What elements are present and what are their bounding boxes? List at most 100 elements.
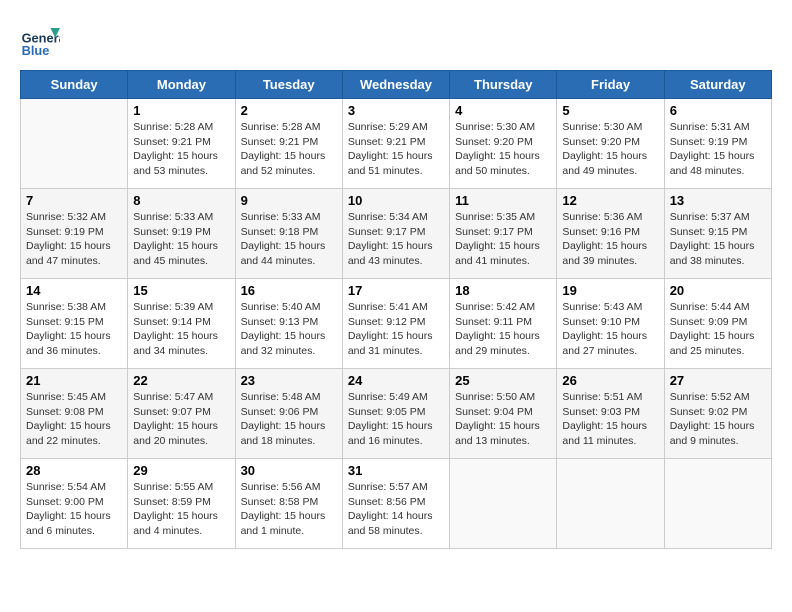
calendar-cell: 29 Sunrise: 5:55 AM Sunset: 8:59 PM Dayli… xyxy=(128,459,235,549)
day-info: Sunrise: 5:37 AM Sunset: 9:15 PM Dayligh… xyxy=(670,210,766,269)
day-info: Sunrise: 5:44 AM Sunset: 9:09 PM Dayligh… xyxy=(670,300,766,359)
day-info: Sunrise: 5:32 AM Sunset: 9:19 PM Dayligh… xyxy=(26,210,122,269)
day-number: 27 xyxy=(670,373,766,388)
calendar-cell: 9 Sunrise: 5:33 AM Sunset: 9:18 PM Daylig… xyxy=(235,189,342,279)
day-info: Sunrise: 5:31 AM Sunset: 9:19 PM Dayligh… xyxy=(670,120,766,179)
day-info: Sunrise: 5:35 AM Sunset: 9:17 PM Dayligh… xyxy=(455,210,551,269)
calendar-week-2: 7 Sunrise: 5:32 AM Sunset: 9:19 PM Daylig… xyxy=(21,189,772,279)
calendar-cell xyxy=(450,459,557,549)
day-info: Sunrise: 5:42 AM Sunset: 9:11 PM Dayligh… xyxy=(455,300,551,359)
day-header-monday: Monday xyxy=(128,71,235,99)
calendar-cell: 17 Sunrise: 5:41 AM Sunset: 9:12 PM Dayli… xyxy=(342,279,449,369)
calendar-cell xyxy=(21,99,128,189)
calendar-cell: 4 Sunrise: 5:30 AM Sunset: 9:20 PM Daylig… xyxy=(450,99,557,189)
calendar-week-1: 1 Sunrise: 5:28 AM Sunset: 9:21 PM Daylig… xyxy=(21,99,772,189)
day-info: Sunrise: 5:45 AM Sunset: 9:08 PM Dayligh… xyxy=(26,390,122,449)
day-number: 26 xyxy=(562,373,658,388)
logo-icon: General Blue xyxy=(20,20,60,60)
day-info: Sunrise: 5:51 AM Sunset: 9:03 PM Dayligh… xyxy=(562,390,658,449)
calendar-cell: 5 Sunrise: 5:30 AM Sunset: 9:20 PM Daylig… xyxy=(557,99,664,189)
day-info: Sunrise: 5:55 AM Sunset: 8:59 PM Dayligh… xyxy=(133,480,229,539)
day-info: Sunrise: 5:29 AM Sunset: 9:21 PM Dayligh… xyxy=(348,120,444,179)
day-number: 12 xyxy=(562,193,658,208)
day-info: Sunrise: 5:54 AM Sunset: 9:00 PM Dayligh… xyxy=(26,480,122,539)
calendar-table: SundayMondayTuesdayWednesdayThursdayFrid… xyxy=(20,70,772,549)
calendar-cell: 15 Sunrise: 5:39 AM Sunset: 9:14 PM Dayli… xyxy=(128,279,235,369)
day-info: Sunrise: 5:50 AM Sunset: 9:04 PM Dayligh… xyxy=(455,390,551,449)
calendar-cell xyxy=(664,459,771,549)
calendar-cell: 31 Sunrise: 5:57 AM Sunset: 8:56 PM Dayli… xyxy=(342,459,449,549)
day-info: Sunrise: 5:52 AM Sunset: 9:02 PM Dayligh… xyxy=(670,390,766,449)
day-header-saturday: Saturday xyxy=(664,71,771,99)
day-info: Sunrise: 5:49 AM Sunset: 9:05 PM Dayligh… xyxy=(348,390,444,449)
day-number: 6 xyxy=(670,103,766,118)
calendar-cell: 26 Sunrise: 5:51 AM Sunset: 9:03 PM Dayli… xyxy=(557,369,664,459)
day-number: 14 xyxy=(26,283,122,298)
calendar-cell: 27 Sunrise: 5:52 AM Sunset: 9:02 PM Dayli… xyxy=(664,369,771,459)
day-info: Sunrise: 5:38 AM Sunset: 9:15 PM Dayligh… xyxy=(26,300,122,359)
page-header: General Blue xyxy=(20,20,772,60)
day-info: Sunrise: 5:57 AM Sunset: 8:56 PM Dayligh… xyxy=(348,480,444,539)
day-info: Sunrise: 5:28 AM Sunset: 9:21 PM Dayligh… xyxy=(241,120,337,179)
day-info: Sunrise: 5:33 AM Sunset: 9:19 PM Dayligh… xyxy=(133,210,229,269)
calendar-cell: 20 Sunrise: 5:44 AM Sunset: 9:09 PM Dayli… xyxy=(664,279,771,369)
calendar-header-row: SundayMondayTuesdayWednesdayThursdayFrid… xyxy=(21,71,772,99)
calendar-cell: 25Sunrise: 5:50 AM Sunset: 9:04 PM Dayli… xyxy=(450,369,557,459)
day-number: 10 xyxy=(348,193,444,208)
day-number: 24 xyxy=(348,373,444,388)
calendar-cell: 12Sunrise: 5:36 AM Sunset: 9:16 PM Dayli… xyxy=(557,189,664,279)
day-number: 20 xyxy=(670,283,766,298)
day-header-sunday: Sunday xyxy=(21,71,128,99)
calendar-cell: 14 Sunrise: 5:38 AM Sunset: 9:15 PM Dayli… xyxy=(21,279,128,369)
calendar-cell: 22 Sunrise: 5:47 AM Sunset: 9:07 PM Dayli… xyxy=(128,369,235,459)
day-info: Sunrise: 5:43 AM Sunset: 9:10 PM Dayligh… xyxy=(562,300,658,359)
calendar-week-3: 14 Sunrise: 5:38 AM Sunset: 9:15 PM Dayli… xyxy=(21,279,772,369)
day-number: 30 xyxy=(241,463,337,478)
day-info: Sunrise: 5:41 AM Sunset: 9:12 PM Dayligh… xyxy=(348,300,444,359)
day-info: Sunrise: 5:40 AM Sunset: 9:13 PM Dayligh… xyxy=(241,300,337,359)
day-number: 17 xyxy=(348,283,444,298)
day-header-wednesday: Wednesday xyxy=(342,71,449,99)
day-number: 31 xyxy=(348,463,444,478)
day-number: 11 xyxy=(455,193,551,208)
day-header-tuesday: Tuesday xyxy=(235,71,342,99)
calendar-cell: 30 Sunrise: 5:56 AM Sunset: 8:58 PM Dayli… xyxy=(235,459,342,549)
day-number: 9 xyxy=(241,193,337,208)
logo: General Blue xyxy=(20,20,64,60)
day-number: 4 xyxy=(455,103,551,118)
calendar-cell: 16 Sunrise: 5:40 AM Sunset: 9:13 PM Dayli… xyxy=(235,279,342,369)
day-number: 2 xyxy=(241,103,337,118)
svg-text:Blue: Blue xyxy=(22,43,50,58)
day-info: Sunrise: 5:56 AM Sunset: 8:58 PM Dayligh… xyxy=(241,480,337,539)
calendar-cell: 3Sunrise: 5:29 AM Sunset: 9:21 PM Daylig… xyxy=(342,99,449,189)
calendar-week-5: 28 Sunrise: 5:54 AM Sunset: 9:00 PM Dayli… xyxy=(21,459,772,549)
day-number: 7 xyxy=(26,193,122,208)
calendar-cell: 24 Sunrise: 5:49 AM Sunset: 9:05 PM Dayli… xyxy=(342,369,449,459)
day-number: 23 xyxy=(241,373,337,388)
day-number: 16 xyxy=(241,283,337,298)
day-number: 5 xyxy=(562,103,658,118)
day-info: Sunrise: 5:30 AM Sunset: 9:20 PM Dayligh… xyxy=(455,120,551,179)
calendar-cell: 7 Sunrise: 5:32 AM Sunset: 9:19 PM Daylig… xyxy=(21,189,128,279)
calendar-cell: 19 Sunrise: 5:43 AM Sunset: 9:10 PM Dayli… xyxy=(557,279,664,369)
calendar-cell: 11 Sunrise: 5:35 AM Sunset: 9:17 PM Dayli… xyxy=(450,189,557,279)
day-header-friday: Friday xyxy=(557,71,664,99)
day-info: Sunrise: 5:30 AM Sunset: 9:20 PM Dayligh… xyxy=(562,120,658,179)
day-number: 1 xyxy=(133,103,229,118)
day-number: 15 xyxy=(133,283,229,298)
day-number: 28 xyxy=(26,463,122,478)
calendar-week-4: 21 Sunrise: 5:45 AM Sunset: 9:08 PM Dayli… xyxy=(21,369,772,459)
day-info: Sunrise: 5:48 AM Sunset: 9:06 PM Dayligh… xyxy=(241,390,337,449)
day-info: Sunrise: 5:47 AM Sunset: 9:07 PM Dayligh… xyxy=(133,390,229,449)
day-number: 29 xyxy=(133,463,229,478)
calendar-cell: 23 Sunrise: 5:48 AM Sunset: 9:06 PM Dayli… xyxy=(235,369,342,459)
day-info: Sunrise: 5:33 AM Sunset: 9:18 PM Dayligh… xyxy=(241,210,337,269)
day-number: 22 xyxy=(133,373,229,388)
day-number: 21 xyxy=(26,373,122,388)
day-info: Sunrise: 5:28 AM Sunset: 9:21 PM Dayligh… xyxy=(133,120,229,179)
calendar-cell: 13 Sunrise: 5:37 AM Sunset: 9:15 PM Dayli… xyxy=(664,189,771,279)
day-info: Sunrise: 5:39 AM Sunset: 9:14 PM Dayligh… xyxy=(133,300,229,359)
calendar-cell: 18Sunrise: 5:42 AM Sunset: 9:11 PM Dayli… xyxy=(450,279,557,369)
day-number: 19 xyxy=(562,283,658,298)
day-number: 13 xyxy=(670,193,766,208)
